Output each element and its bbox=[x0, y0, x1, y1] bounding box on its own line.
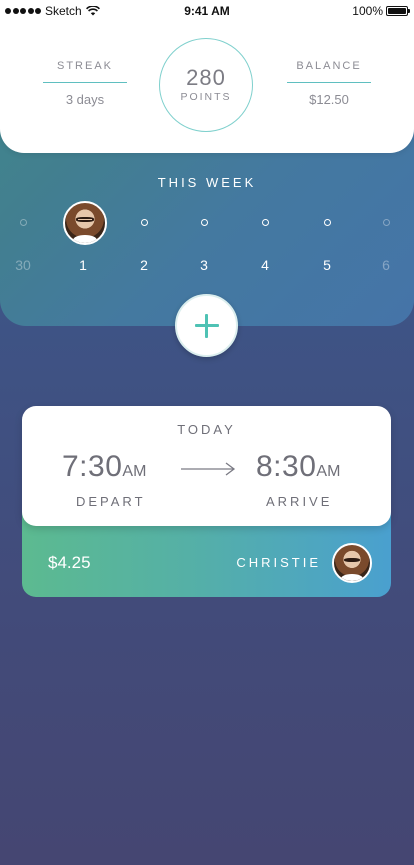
day-item[interactable]: 5 bbox=[307, 219, 347, 274]
arrow-right-icon bbox=[181, 462, 236, 476]
day-item[interactable]: 1 bbox=[63, 201, 107, 274]
day-dot bbox=[323, 219, 331, 226]
points-badge: 280 POINTS bbox=[159, 38, 253, 132]
driver-avatar[interactable] bbox=[332, 543, 372, 583]
balance-value: $12.50 bbox=[309, 92, 349, 107]
day-number: 30 bbox=[15, 257, 31, 273]
battery-icon bbox=[386, 6, 410, 16]
day-item[interactable]: 6 bbox=[366, 219, 406, 274]
week-title: THIS WEEK bbox=[157, 175, 257, 190]
day-dot bbox=[200, 219, 208, 226]
battery-percent: 100% bbox=[352, 4, 383, 18]
streak-stat: STREAK 3 days bbox=[43, 60, 127, 107]
day-dot bbox=[140, 219, 148, 226]
depart-caption: DEPART bbox=[76, 494, 146, 509]
depart-time: 7:30AM bbox=[62, 450, 147, 483]
trip-price: $4.25 bbox=[48, 553, 91, 572]
status-bar: Sketch 9:41 AM 100% bbox=[0, 0, 414, 22]
stats-header: Sketch 9:41 AM 100% STREAK 3 days 280 PO… bbox=[0, 0, 414, 153]
points-label: POINTS bbox=[180, 91, 232, 103]
day-number: 5 bbox=[323, 257, 331, 273]
streak-label: STREAK bbox=[43, 60, 127, 83]
day-dot bbox=[261, 219, 269, 226]
driver-name: CHRISTIE bbox=[236, 555, 321, 570]
trip-day-label: TODAY bbox=[177, 422, 236, 437]
day-item[interactable]: 2 bbox=[124, 219, 164, 274]
day-dot bbox=[382, 219, 390, 226]
arrive-time: 8:30AM bbox=[256, 450, 341, 483]
plus-icon bbox=[194, 313, 219, 338]
trip-card[interactable]: TODAY 7:30AM 8:30AM DEPART ARRIVE $4.25 … bbox=[22, 406, 391, 597]
day-number: 4 bbox=[261, 257, 269, 273]
balance-stat: BALANCE $12.50 bbox=[287, 60, 371, 107]
day-item[interactable]: 4 bbox=[245, 219, 285, 274]
points-value: 280 bbox=[186, 65, 226, 90]
day-dot bbox=[19, 219, 27, 226]
streak-value: 3 days bbox=[65, 92, 105, 107]
day-item[interactable]: 3 bbox=[184, 219, 224, 274]
day-number: 3 bbox=[200, 257, 208, 273]
balance-label: BALANCE bbox=[287, 60, 371, 83]
day-number: 2 bbox=[140, 257, 148, 273]
add-trip-button[interactable] bbox=[175, 294, 238, 357]
user-avatar bbox=[63, 201, 107, 245]
day-number: 6 bbox=[382, 257, 390, 273]
arrive-caption: ARRIVE bbox=[266, 494, 333, 509]
trip-times: TODAY 7:30AM 8:30AM DEPART ARRIVE bbox=[22, 406, 391, 526]
day-number: 1 bbox=[79, 257, 87, 273]
day-item[interactable]: 30 bbox=[3, 219, 43, 274]
